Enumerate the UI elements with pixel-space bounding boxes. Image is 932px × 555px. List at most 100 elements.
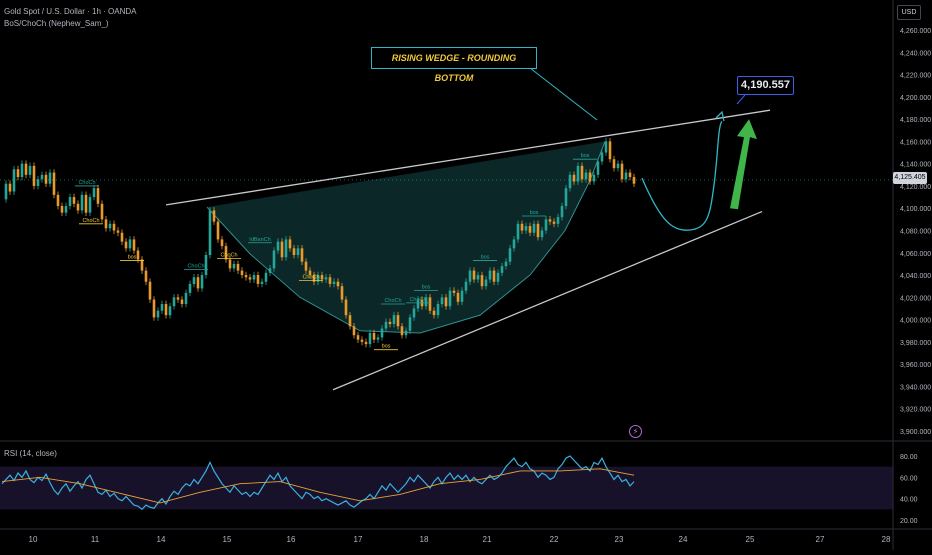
structure-label: ChoCh [82, 218, 99, 224]
price-tick-label: 4,060.000 [900, 251, 931, 258]
candle-body [376, 337, 380, 340]
structure-label: bos [481, 255, 490, 261]
candle-body [500, 266, 504, 273]
candle-body [172, 297, 176, 307]
candle-body [528, 226, 532, 233]
candle-body [124, 241, 128, 249]
candle-body [472, 270, 476, 280]
candle-body [544, 219, 548, 231]
candle-body [52, 172, 56, 195]
candle-body [568, 174, 572, 189]
time-tick-label: 25 [746, 535, 755, 544]
candle-body [356, 335, 360, 340]
price-tick-label: 4,080.000 [900, 229, 931, 236]
structure-label: ChoCh [187, 263, 204, 269]
candle-body [60, 205, 64, 213]
candle-body [556, 217, 560, 224]
structure-label: ChoCh [384, 298, 401, 304]
candle-body [28, 165, 32, 175]
candle-body [164, 304, 168, 316]
indicator-label[interactable]: BoS/ChoCh (Nephew_Sam_) [4, 19, 109, 28]
candle-body [136, 250, 140, 260]
candle-body [512, 239, 516, 249]
candle-body [64, 205, 68, 213]
candle-body [388, 321, 392, 325]
candle-body [584, 172, 588, 180]
candle-body [496, 272, 500, 282]
candle-body [336, 281, 340, 287]
candle-body [452, 290, 456, 293]
candle-body [208, 210, 212, 256]
candle-body [564, 188, 568, 206]
price-tick-label: 4,020.000 [900, 295, 931, 302]
structure-label: bos [382, 344, 391, 350]
candle-body [324, 277, 328, 280]
candle-body [192, 277, 196, 284]
trading-chart[interactable]: 3,900.000 3,920.000 3,940.000 3,960.000 3,98… [0, 0, 932, 550]
candle-body [560, 205, 564, 218]
candle-body [600, 152, 604, 162]
candle-body [436, 304, 440, 316]
candle-body [320, 275, 324, 280]
candle-body [252, 275, 256, 280]
candle-body [352, 326, 356, 336]
candle-body [48, 172, 52, 184]
structure-label: ChoCh [302, 275, 319, 281]
candle-body [84, 194, 88, 213]
candle-body [188, 283, 192, 293]
currency-badge[interactable]: USD [897, 5, 921, 20]
candle-body [604, 141, 608, 153]
candle-body [508, 248, 512, 262]
price-tick-label: 4,260.000 [900, 28, 931, 35]
time-tick-label: 15 [223, 535, 232, 544]
candle-body [144, 270, 148, 282]
candle-body [484, 279, 488, 287]
candle-body [132, 239, 136, 251]
lightning-icon[interactable]: ⚡ [629, 425, 642, 438]
candle-body [244, 275, 248, 278]
price-tick-label: 3,960.000 [900, 362, 931, 369]
time-tick-label: 17 [354, 535, 363, 544]
candle-body [120, 232, 124, 242]
rsi-label[interactable]: RSI (14, close) [4, 449, 57, 458]
rsi-band [0, 466, 893, 510]
candle-body [576, 165, 580, 182]
target-price-label: 4,190.557 [737, 76, 794, 95]
candle-body [160, 304, 164, 311]
candle-body [400, 326, 404, 336]
candle-body [520, 223, 524, 231]
pattern-callout: RISING WEDGE - ROUNDING BOTTOM [371, 47, 537, 83]
candle-body [448, 290, 452, 307]
candle-body [580, 165, 584, 180]
candle-body [628, 172, 632, 178]
candle-body [4, 183, 8, 200]
candle-body [276, 241, 280, 251]
candle-body [480, 275, 484, 287]
rsi-tick-label: 80.00 [900, 454, 918, 461]
candle-body [96, 188, 100, 204]
candle-body [112, 223, 116, 231]
time-tick-label: 28 [882, 535, 891, 544]
time-tick-label: 10 [29, 535, 38, 544]
candle-body [292, 248, 296, 256]
candle-body [128, 239, 132, 249]
candle-body [268, 268, 272, 273]
target-pointer [736, 94, 746, 105]
time-tick-label: 22 [550, 535, 559, 544]
candle-body [220, 239, 224, 247]
price-tick-label: 3,920.000 [900, 407, 931, 414]
candle-body [516, 223, 520, 240]
price-tick-label: 4,040.000 [900, 273, 931, 280]
candle-body [608, 141, 612, 160]
candle-body [592, 174, 596, 182]
structure-label: bos [530, 210, 539, 216]
time-tick-label: 23 [615, 535, 624, 544]
candle-body [264, 272, 268, 282]
candle-body [348, 315, 352, 327]
price-tick-label: 3,980.000 [900, 340, 931, 347]
candle-body [32, 165, 36, 186]
candle-body [16, 169, 20, 178]
candle-body [404, 330, 408, 336]
structure-label: bos [422, 285, 431, 291]
price-tick-label: 4,180.000 [900, 117, 931, 124]
